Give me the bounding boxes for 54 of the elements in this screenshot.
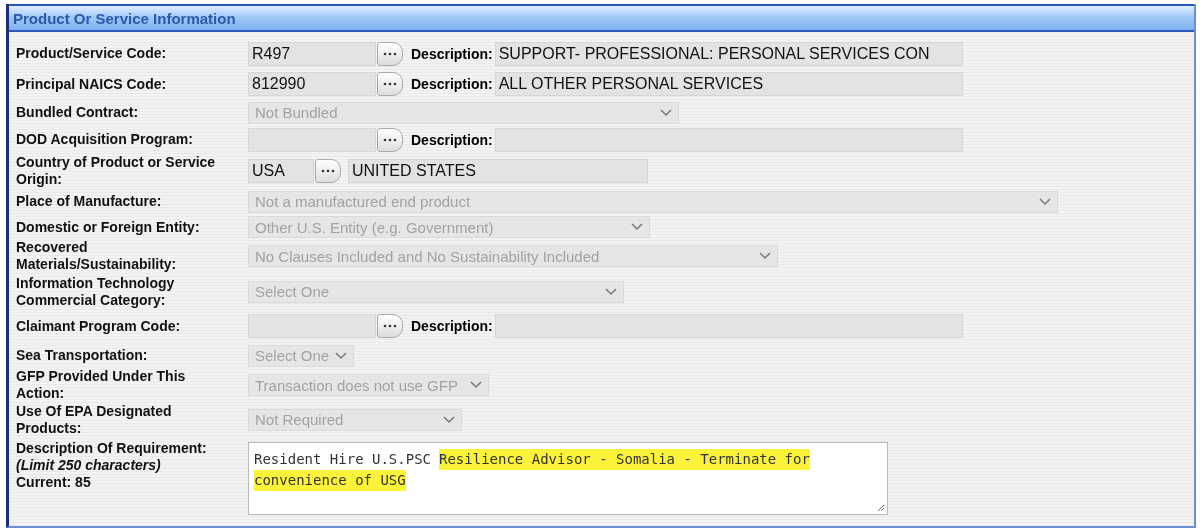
field-label: Description Of Requirement: xyxy=(16,440,208,457)
ellipsis-icon xyxy=(383,82,397,86)
code-field[interactable]: R497 xyxy=(248,41,376,66)
description-field[interactable]: SUPPORT- PROFESSIONAL: PERSONAL SERVICES CON xyxy=(494,41,963,66)
description-field[interactable]: ALL OTHER PERSONAL SERVICES xyxy=(494,72,963,96)
field-label: Information Technology Commercial Category: xyxy=(16,274,176,309)
field-label: Product/Service Code: xyxy=(16,45,168,62)
field-label: Recovered Materials/Sustainability: xyxy=(16,239,178,273)
ellipsis-icon xyxy=(383,137,397,142)
field-label: Country of Product or Service Origin: xyxy=(16,153,217,188)
chevron-down-icon xyxy=(335,351,347,360)
ellipsis-icon xyxy=(321,168,335,173)
chevron-down-icon xyxy=(759,252,771,260)
requirement-text: Resident Hire U.S.PSC xyxy=(254,450,431,469)
field-label: Place of Manufacture: xyxy=(16,193,163,210)
lookup-button[interactable] xyxy=(377,72,403,96)
chevron-down-icon xyxy=(443,415,455,424)
ellipsis-icon xyxy=(383,324,397,328)
chevron-down-icon xyxy=(631,223,643,231)
description-field[interactable]: UNITED STATES xyxy=(348,158,648,183)
limit-note: (Limit 250 characters) xyxy=(16,457,162,474)
field-label: Use Of EPA Designated Products: xyxy=(16,402,173,437)
requirement-text-area[interactable]: Resident Hire U.S.PSC Resilience Advisor - Somalia - Terminate for convenience of USG xyxy=(248,442,888,515)
code-field[interactable] xyxy=(248,127,376,152)
field-label: Claimant Program Code: xyxy=(16,317,182,335)
resize-grip-icon xyxy=(876,503,885,512)
ellipsis-icon xyxy=(383,51,397,56)
chevron-down-icon xyxy=(660,108,672,117)
requirement-text: Resilience Advisor - Somalia - Terminate for xyxy=(439,449,810,470)
field-label: GFP Provided Under This Action: xyxy=(16,368,187,402)
lookup-button[interactable] xyxy=(377,127,403,152)
field-label: Domestic or Foreign Entity: xyxy=(16,218,201,236)
field-label: Principal NAICS Code: xyxy=(16,75,168,93)
requirement-text: convenience of USG xyxy=(254,470,406,491)
description-label: Description: xyxy=(411,76,493,92)
chevron-down-icon xyxy=(470,381,482,389)
description-field[interactable] xyxy=(494,127,963,152)
field-label: Sea Transportation: xyxy=(16,347,149,364)
description-label: Description: xyxy=(411,45,493,62)
description-label: Description: xyxy=(411,318,493,334)
description-field[interactable] xyxy=(494,314,963,338)
description-label: Description: xyxy=(411,131,493,148)
code-field[interactable]: USA xyxy=(248,158,314,183)
chevron-down-icon xyxy=(1039,197,1051,206)
lookup-button[interactable] xyxy=(377,41,403,66)
chevron-down-icon xyxy=(605,287,617,296)
field-label: Bundled Contract: xyxy=(16,104,140,121)
panel-title: Product Or Service Information xyxy=(13,9,236,27)
field-label: DOD Acquisition Program: xyxy=(16,131,194,148)
lookup-button[interactable] xyxy=(377,314,403,338)
lookup-button[interactable] xyxy=(315,158,341,183)
code-field[interactable] xyxy=(248,314,376,338)
character-count: Current: 85 xyxy=(16,474,92,491)
code-field[interactable]: 812990 xyxy=(248,72,376,96)
